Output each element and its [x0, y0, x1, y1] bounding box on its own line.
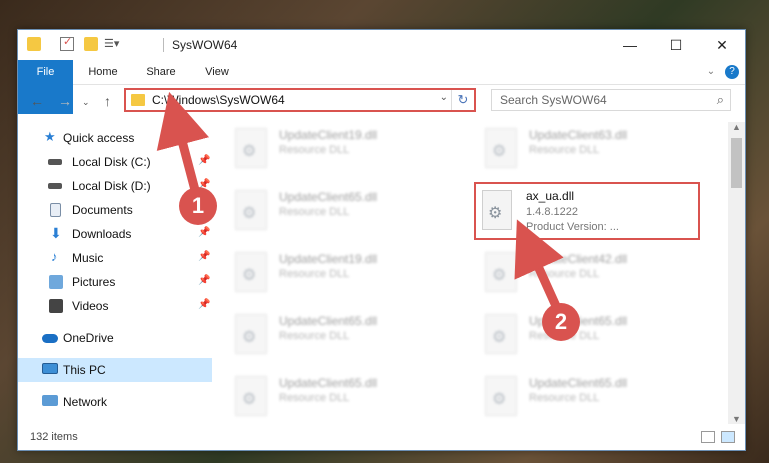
arrow-1: [156, 91, 209, 192]
annotation-badge-2: 2: [542, 303, 580, 341]
annotation-arrows: [156, 91, 564, 308]
annotation-badge-1: 1: [179, 187, 217, 225]
arrow-2: [514, 219, 564, 308]
